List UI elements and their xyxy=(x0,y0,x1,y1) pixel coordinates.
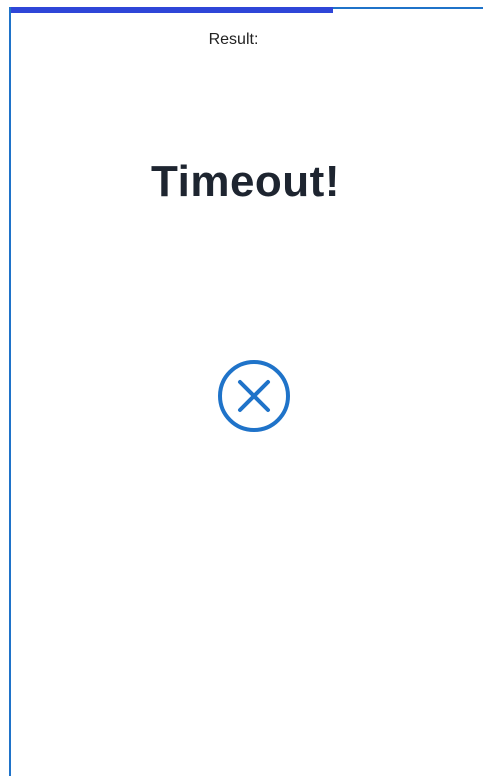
progress-fill xyxy=(11,7,333,13)
progress-track xyxy=(11,7,483,13)
close-circle-icon xyxy=(217,359,291,433)
status-title: Timeout! xyxy=(151,157,340,206)
result-label: Result: xyxy=(208,31,259,48)
close-circle-icon-svg xyxy=(218,360,290,432)
result-panel: Result: Timeout! xyxy=(9,7,483,776)
